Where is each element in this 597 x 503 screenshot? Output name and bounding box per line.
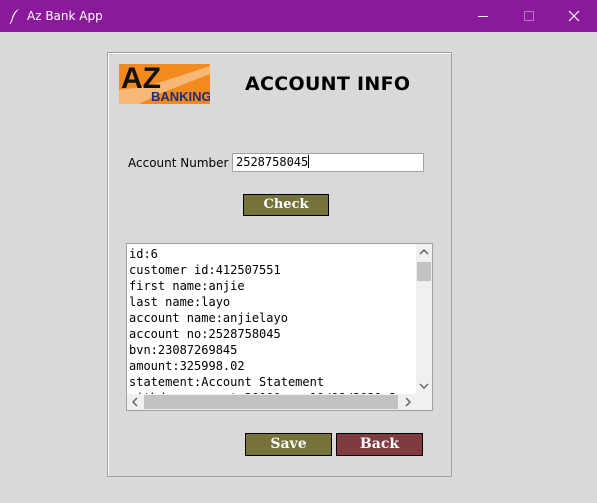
page-title: ACCOUNT INFO	[245, 73, 411, 95]
feather-icon	[9, 9, 19, 24]
details-line: statement:Account Statement	[129, 375, 325, 389]
details-line: amount:325998.02	[129, 359, 245, 373]
account-number-label: Account Number	[128, 156, 229, 170]
horizontal-scrollbar[interactable]	[127, 394, 416, 410]
details-line: bvn:23087269845	[129, 343, 238, 357]
az-banking-logo: AZ BANKING	[119, 64, 210, 104]
check-button[interactable]: Check	[243, 194, 329, 216]
scrollbar-corner	[416, 394, 432, 410]
maximize-icon	[524, 11, 534, 21]
save-button[interactable]: Save	[245, 433, 332, 456]
close-icon	[568, 10, 580, 22]
account-number-value: 2528758045	[236, 155, 309, 169]
minimize-icon	[478, 16, 488, 17]
text-caret	[308, 155, 310, 168]
logo-word: BANKING	[151, 89, 210, 104]
vertical-scrollbar[interactable]	[416, 244, 432, 394]
close-button[interactable]	[551, 0, 597, 32]
account-details-textbox[interactable]: id:6 customer id:412507551 first name:an…	[126, 243, 433, 411]
details-line: last name:layo	[129, 295, 231, 309]
horizontal-scroll-thumb[interactable]	[144, 395, 398, 409]
vertical-scroll-thumb[interactable]	[417, 262, 431, 281]
back-button[interactable]: Back	[336, 433, 423, 456]
minimize-button[interactable]	[460, 0, 506, 32]
scroll-up-icon[interactable]	[416, 244, 432, 260]
details-line: customer id:412507551	[129, 263, 281, 277]
scroll-left-icon[interactable]	[127, 394, 143, 410]
details-line: account name:anjielayo	[129, 311, 288, 325]
title-bar: Az Bank App	[0, 0, 597, 32]
scroll-down-icon[interactable]	[416, 378, 432, 394]
details-line: first name:anjie	[129, 279, 245, 293]
maximize-button[interactable]	[506, 0, 552, 32]
account-details-text: id:6 customer id:412507551 first name:an…	[129, 246, 414, 406]
details-line: account no:2528758045	[129, 327, 281, 341]
window-title: Az Bank App	[27, 9, 103, 23]
scroll-right-icon[interactable]	[400, 394, 416, 410]
account-number-input[interactable]: 2528758045	[232, 153, 424, 172]
details-line: id:6	[129, 247, 158, 261]
